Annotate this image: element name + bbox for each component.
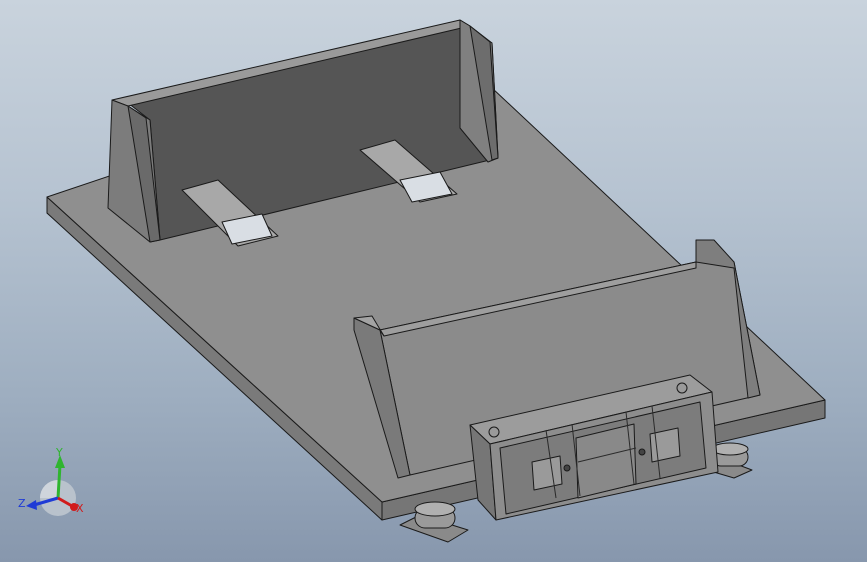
- reference-triad: Y Z X: [18, 446, 84, 516]
- triad-y-axis: [56, 464, 62, 499]
- triad-y-label: Y: [55, 446, 63, 459]
- model-view[interactable]: Y Z X: [0, 0, 867, 562]
- triad-x-label: X: [76, 502, 84, 515]
- clamp-screw-hole-right: [638, 448, 646, 456]
- sheet-metal-tray-model[interactable]: [46, 19, 826, 543]
- graphics-viewport[interactable]: Y Z X: [0, 0, 867, 562]
- triad-z-label: Z: [18, 497, 26, 510]
- clamp-screw-hole-left: [563, 464, 571, 472]
